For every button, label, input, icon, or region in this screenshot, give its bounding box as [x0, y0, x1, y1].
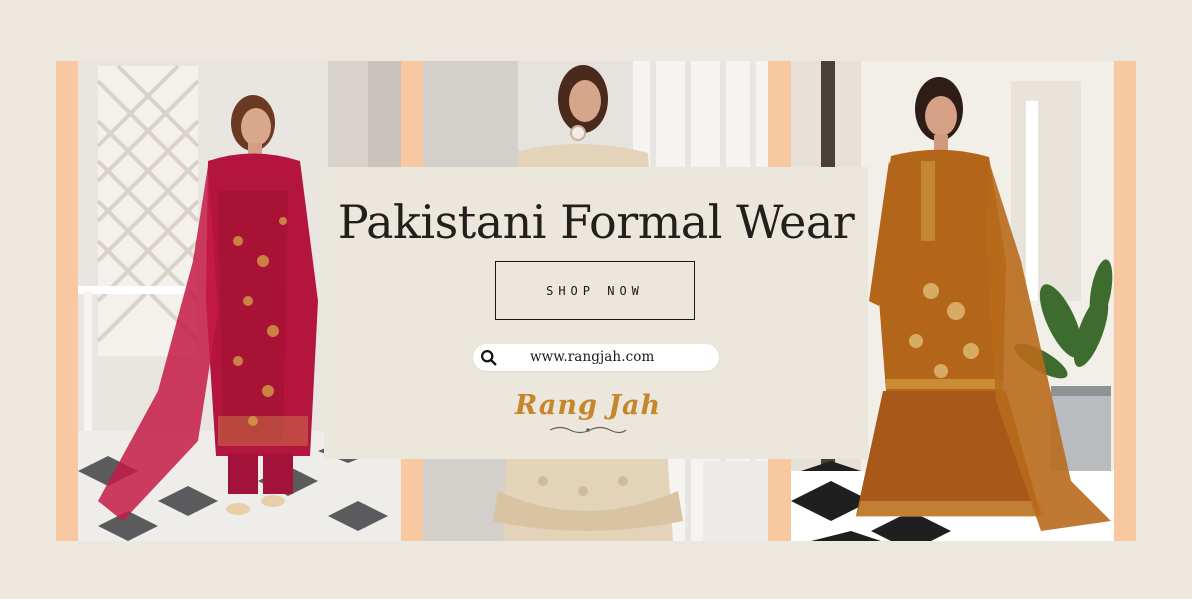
website-url[interactable]: www.rangjah.com [530, 349, 654, 365]
flourish-ornament-icon [549, 426, 627, 434]
shop-now-button[interactable]: SHOP NOW [495, 261, 695, 320]
brand-name: Rang Jah [514, 390, 662, 421]
website-search-bar[interactable]: www.rangjah.com [473, 344, 719, 371]
promo-card: Pakistani Formal Wear SHOP NOW www.rangj… [324, 167, 868, 459]
brand-logo[interactable]: Rang Jah [508, 390, 688, 440]
search-icon[interactable] [480, 349, 497, 366]
page-title: Pakistani Formal Wear [337, 195, 855, 249]
